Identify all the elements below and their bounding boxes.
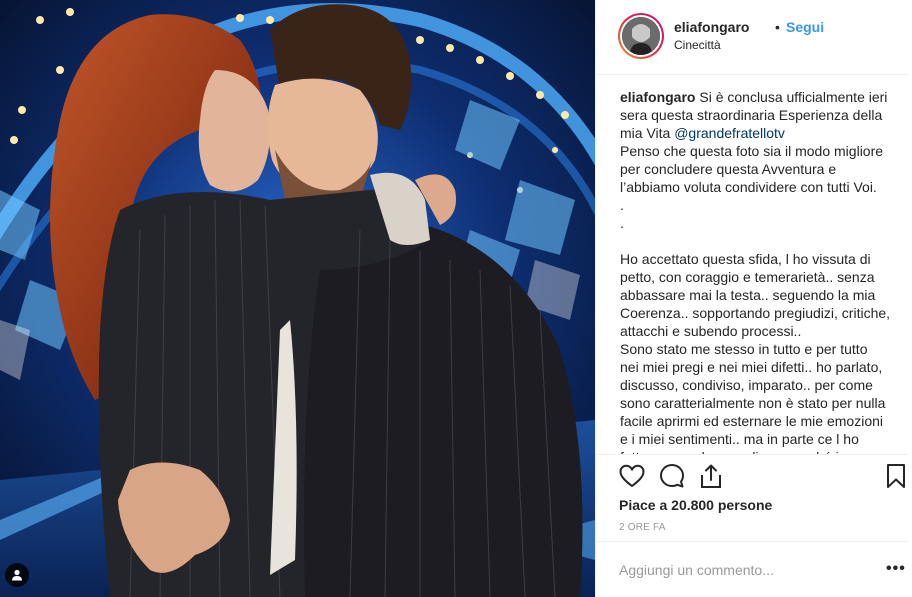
caption-text: mia Vita bbox=[620, 125, 675, 141]
caption-line: . bbox=[620, 214, 902, 232]
caption-line bbox=[620, 232, 902, 250]
caption-line: nei miei pregi e nei miei difetti.. ho p… bbox=[620, 358, 902, 376]
avatar[interactable] bbox=[618, 13, 664, 59]
caption-line: Ho accettato questa sfida, l ho vissuta … bbox=[620, 250, 902, 268]
caption-text: . bbox=[620, 197, 624, 213]
caption-text: nei miei pregi e nei miei difetti.. ho p… bbox=[620, 359, 883, 375]
caption-line: mia Vita @grandefratellotv bbox=[620, 124, 902, 142]
caption-line: abbassare mai la testa.. seguendo la mia bbox=[620, 286, 902, 304]
caption-line: discusso, condiviso, imparato.. per come bbox=[620, 376, 902, 394]
caption-line: sono caratterialmente non è stato per nu… bbox=[620, 394, 902, 412]
caption-text: sera questa straordinaria Esperienza del… bbox=[620, 107, 883, 123]
post-photo[interactable] bbox=[0, 0, 595, 597]
caption-text: discusso, condiviso, imparato.. per come bbox=[620, 377, 873, 393]
caption-text: Coerenza.. sopportando pregiudizi, criti… bbox=[620, 305, 891, 321]
caption-line: . bbox=[620, 196, 902, 214]
heart-icon[interactable] bbox=[619, 464, 645, 488]
person-icon bbox=[12, 569, 22, 581]
caption-text: l’abbiamo voluta condividere con tutti V… bbox=[620, 179, 877, 195]
caption: eliafongaro Si è conclusa ufficialmente … bbox=[620, 88, 902, 454]
caption-line: eliafongaro Si è conclusa ufficialmente … bbox=[620, 88, 902, 106]
caption-text: Si è conclusa ufficialmente ieri bbox=[695, 89, 888, 105]
caption-text: petto, con coraggio e temerarietà.. senz… bbox=[620, 269, 875, 285]
caption-line: petto, con coraggio e temerarietà.. senz… bbox=[620, 268, 902, 286]
user-tag-button[interactable] bbox=[5, 563, 29, 587]
caption-line: l’abbiamo voluta condividere con tutti V… bbox=[620, 178, 902, 196]
caption-text: Penso che questa foto sia il modo miglio… bbox=[620, 143, 884, 159]
caption-text: attacchi e subendo processi.. bbox=[620, 323, 802, 339]
more-options-button[interactable]: ••• bbox=[886, 560, 906, 578]
caption-line: facile aprirmi ed esternare le mie emozi… bbox=[620, 412, 902, 430]
caption-line: Sono stato me stesso in tutto e per tutt… bbox=[620, 340, 902, 358]
share-icon[interactable] bbox=[699, 463, 723, 489]
post-details-panel: eliafongaro • Segui Cinecittà eliafongar… bbox=[595, 0, 912, 597]
likes-count[interactable]: Piace a 20.800 persone bbox=[619, 497, 772, 513]
comment-icon[interactable] bbox=[659, 463, 685, 489]
caption-text: facile aprirmi ed esternare le mie emozi… bbox=[620, 413, 883, 429]
post-header: eliafongaro • Segui Cinecittà bbox=[596, 0, 908, 75]
caption-line: Coerenza.. sopportando pregiudizi, criti… bbox=[620, 304, 902, 322]
location-link[interactable]: Cinecittà bbox=[674, 38, 721, 52]
caption-text: sono caratterialmente non è stato per nu… bbox=[620, 395, 886, 411]
caption-text: abbassare mai la testa.. seguendo la mia bbox=[620, 287, 876, 303]
username-link[interactable]: eliafongaro bbox=[674, 19, 749, 35]
separator-dot: • bbox=[775, 19, 780, 35]
caption-mention-link[interactable]: @grandefratellotv bbox=[674, 125, 785, 141]
divider bbox=[596, 541, 908, 542]
post-timestamp[interactable]: 2 ORE FA bbox=[619, 522, 666, 533]
caption-line: e i miei sentimenti.. ma in parte ce l h… bbox=[620, 430, 902, 448]
post-photo-image bbox=[0, 0, 595, 597]
comment-input[interactable]: Aggiungi un commento... bbox=[619, 562, 774, 578]
caption-username[interactable]: eliafongaro bbox=[620, 89, 695, 105]
follow-button[interactable]: Segui bbox=[786, 19, 824, 35]
divider bbox=[596, 454, 908, 455]
caption-line: sera questa straordinaria Esperienza del… bbox=[620, 106, 902, 124]
avatar-image bbox=[622, 17, 660, 55]
caption-text: e i miei sentimenti.. ma in parte ce l h… bbox=[620, 431, 859, 447]
caption-text: Sono stato me stesso in tutto e per tutt… bbox=[620, 341, 868, 357]
caption-text: per concludere questa Avventura e bbox=[620, 161, 837, 177]
caption-line: Penso che questa foto sia il modo miglio… bbox=[620, 142, 902, 160]
caption-text: . bbox=[620, 215, 624, 231]
caption-line: per concludere questa Avventura e bbox=[620, 160, 902, 178]
bookmark-icon[interactable] bbox=[886, 463, 906, 489]
caption-line: attacchi e subendo processi.. bbox=[620, 322, 902, 340]
caption-text: Ho accettato questa sfida, l ho vissuta … bbox=[620, 251, 871, 267]
